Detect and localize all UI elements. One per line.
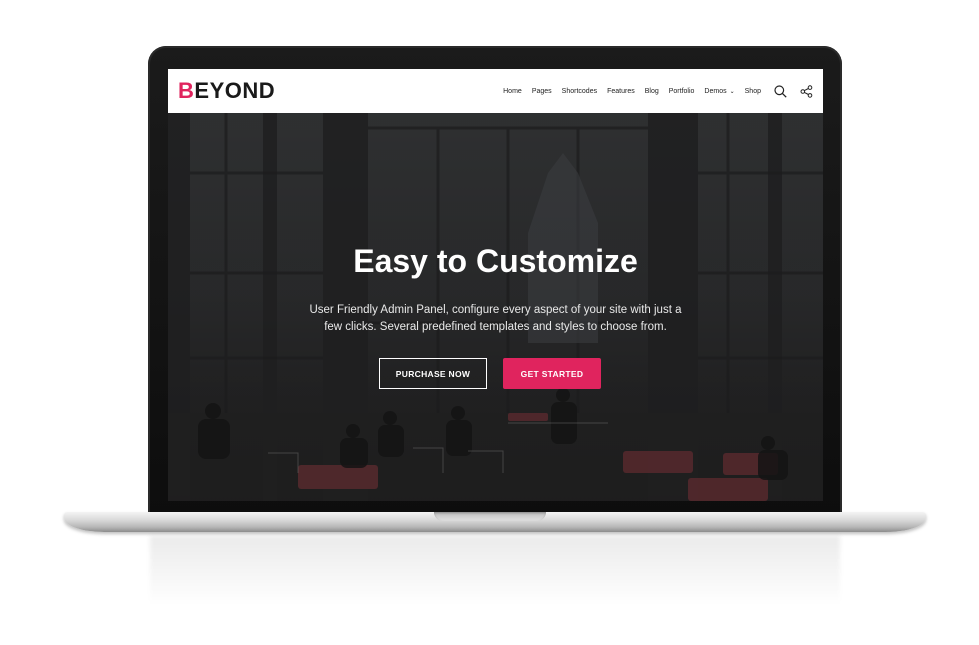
hero-section: Easy to Customize User Friendly Admin Pa… [168,113,823,501]
purchase-now-button[interactable]: PURCHASE NOW [379,358,487,389]
nav-item-blog[interactable]: Blog [645,88,659,95]
laptop-screen: BEYOND Home Pages Shortcodes Features Bl… [168,69,823,501]
share-icon[interactable] [799,84,813,98]
nav-item-demos[interactable]: Demos ⌄ [704,88,734,95]
main-nav: Home Pages Shortcodes Features Blog Port… [493,84,813,98]
search-icon[interactable] [773,84,787,98]
laptop-base-notch [434,512,546,521]
nav-item-shop[interactable]: Shop [745,88,761,95]
logo-accent-letter: B [178,78,195,103]
nav-item-shortcodes[interactable]: Shortcodes [562,88,597,95]
nav-item-features[interactable]: Features [607,88,635,95]
site-header: BEYOND Home Pages Shortcodes Features Bl… [168,69,823,113]
laptop-reflection [150,536,840,606]
hero-title: Easy to Customize [353,243,638,279]
hero-content: Easy to Customize User Friendly Admin Pa… [168,113,823,501]
nav-item-pages[interactable]: Pages [532,88,552,95]
nav-item-home[interactable]: Home [503,88,522,95]
hero-subtitle: User Friendly Admin Panel, configure eve… [309,304,682,333]
get-started-button[interactable]: GET STARTED [503,358,601,389]
chevron-down-icon: ⌄ [729,88,735,95]
logo-text: EYOND [194,78,276,103]
nav-item-demos-label: Demos [704,87,727,95]
laptop-mockup: BEYOND Home Pages Shortcodes Features Bl… [0,0,979,645]
nav-item-portfolio[interactable]: Portfolio [669,88,695,95]
site-logo[interactable]: BEYOND [178,78,275,104]
